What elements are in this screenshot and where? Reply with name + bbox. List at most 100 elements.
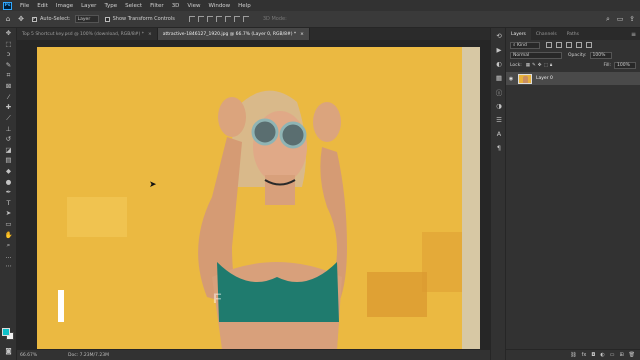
pixel-filter-icon[interactable] <box>546 42 552 48</box>
adjustments-panel-icon[interactable]: ◑ <box>491 100 507 112</box>
paragraph-panel-icon[interactable]: ¶ <box>491 142 507 154</box>
lasso-tool-icon[interactable]: ↄ <box>0 49 17 60</box>
visibility-eye-icon[interactable]: ◉ <box>506 76 516 82</box>
actions-panel-icon[interactable]: ▶ <box>491 44 507 56</box>
menu-bar: Ps File Edit Image Layer Type Select Fil… <box>0 0 640 11</box>
menu-3d[interactable]: 3D <box>168 3 184 9</box>
menu-edit[interactable]: Edit <box>33 3 52 9</box>
layer-style-icon[interactable]: fx <box>582 352 587 358</box>
type-filter-icon[interactable] <box>566 42 572 48</box>
gradient-tool-icon[interactable]: ▤ <box>0 155 17 166</box>
auto-select-target-dropdown[interactable]: Layer <box>74 15 99 23</box>
color-panel-icon[interactable]: ◐ <box>491 58 507 70</box>
menu-view[interactable]: View <box>183 3 204 9</box>
workspace-icon[interactable]: ▭ <box>616 15 624 23</box>
kind-filter-dropdown[interactable]: ⌕ Kind <box>510 41 540 49</box>
quick-select-tool-icon[interactable]: ✎ <box>0 60 17 71</box>
tab-document-2[interactable]: attractive-1846127_1920.jpg @ 66.7% (Lay… <box>157 28 310 40</box>
auto-select-checkbox[interactable]: ✓ <box>32 16 37 22</box>
dodge-tool-icon[interactable]: ● <box>0 176 17 187</box>
kind-label: Kind <box>516 42 527 48</box>
new-layer-icon[interactable]: ⊞ <box>619 352 623 358</box>
healing-brush-icon[interactable]: ✚ <box>0 102 17 113</box>
adjustment-filter-icon[interactable] <box>556 42 562 48</box>
menu-select[interactable]: Select <box>121 3 146 9</box>
panel-tabs: Layers Channels Paths ≡ <box>506 28 640 40</box>
fill-input[interactable]: 100% <box>614 61 636 69</box>
delete-layer-icon[interactable]: 🗑︎ <box>629 352 635 358</box>
tools-panel: ✥ ⬚ ↄ ✎ ⌗ ⊠ ⁄ ✚ ⟋ ⊥ ↺ ◪ ▤ ◆ ● ✒ T ➤ ▭ ✋ … <box>0 28 17 360</box>
info-panel-icon[interactable]: ⓘ <box>491 86 507 98</box>
panel-dock: ⟲ ▶ ◐ ▦ ⓘ ◑ ☰ A ¶ <box>490 28 506 360</box>
pen-tool-icon[interactable]: ✒ <box>0 187 17 198</box>
close-icon[interactable]: × <box>148 32 152 37</box>
align-left-icon[interactable] <box>188 16 195 22</box>
layer-mask-icon[interactable]: ◘ <box>591 352 595 358</box>
clone-stamp-icon[interactable]: ⊥ <box>0 123 17 134</box>
align-center-icon[interactable] <box>197 16 204 22</box>
new-group-icon[interactable]: ▭ <box>610 352 615 358</box>
blur-tool-icon[interactable]: ◆ <box>0 166 17 177</box>
more-tools-icon[interactable]: … <box>0 250 17 261</box>
share-icon[interactable]: ⇪ <box>628 15 636 23</box>
tab-paths[interactable]: Paths <box>562 28 584 40</box>
type-tool-icon[interactable]: T <box>0 198 17 209</box>
shape-tool-icon[interactable]: ▭ <box>0 219 17 230</box>
blend-mode-dropdown[interactable]: Normal <box>510 51 562 59</box>
menu-filter[interactable]: Filter <box>146 3 168 9</box>
menu-type[interactable]: Type <box>100 3 121 9</box>
menu-file[interactable]: File <box>16 3 33 9</box>
quick-mask-icon[interactable]: ◙ <box>0 346 17 357</box>
tab-channels[interactable]: Channels <box>531 28 562 40</box>
eraser-tool-icon[interactable]: ◪ <box>0 145 17 156</box>
menu-help[interactable]: Help <box>234 3 255 9</box>
crop-tool-icon[interactable]: ⌗ <box>0 70 17 81</box>
panel-menu-icon[interactable]: ≡ <box>631 31 636 38</box>
layer-row[interactable]: ◉ Layer 0 <box>506 72 640 85</box>
eyedropper-tool-icon[interactable]: ⁄ <box>0 92 17 103</box>
marquee-tool-icon[interactable]: ⬚ <box>0 39 17 50</box>
tab-layers[interactable]: Layers <box>506 28 531 40</box>
menu-layer[interactable]: Layer <box>77 3 100 9</box>
align-bottom-icon[interactable] <box>233 16 240 22</box>
properties-panel-icon[interactable]: ☰ <box>491 114 507 126</box>
canvas-area[interactable]: ➤ F <box>17 40 490 349</box>
history-panel-icon[interactable]: ⟲ <box>491 30 507 42</box>
opacity-input[interactable]: 100% <box>589 51 612 59</box>
move-tool-icon[interactable]: ✥ <box>0 28 17 39</box>
frame-tool-icon[interactable]: ⊠ <box>0 81 17 92</box>
document-size[interactable]: Doc: 7.23M/7.23M <box>68 353 109 358</box>
adjustment-layer-icon[interactable]: ◐ <box>600 352 604 358</box>
menu-window[interactable]: Window <box>204 3 234 9</box>
home-icon[interactable]: ⌂ <box>3 14 13 24</box>
move-tool-icon[interactable]: ✥ <box>16 14 26 24</box>
link-layers-icon[interactable]: ⛓ <box>570 352 576 358</box>
swatches-panel-icon[interactable]: ▦ <box>491 72 507 84</box>
close-icon[interactable]: × <box>300 32 304 37</box>
align-right-icon[interactable] <box>206 16 213 22</box>
zoom-tool-icon[interactable]: ⌕ <box>0 240 17 251</box>
status-bar: 66.67% Doc: 7.23M/7.23M <box>17 349 490 360</box>
hand-tool-icon[interactable]: ✋ <box>0 229 17 240</box>
path-select-icon[interactable]: ➤ <box>0 208 17 219</box>
character-panel-icon[interactable]: A <box>491 128 507 140</box>
shape-filter-icon[interactable] <box>576 42 582 48</box>
align-middle-icon[interactable] <box>224 16 231 22</box>
menu-image[interactable]: Image <box>52 3 77 9</box>
tab-document-1[interactable]: Top 5 Shortcut key.psd @ 100% (download,… <box>17 28 158 40</box>
history-brush-icon[interactable]: ↺ <box>0 134 17 145</box>
smart-object-filter-icon[interactable] <box>586 42 592 48</box>
blend-row: Normal Opacity: 100% <box>506 50 640 60</box>
document-image[interactable] <box>37 47 480 349</box>
brush-tool-icon[interactable]: ⟋ <box>0 113 17 124</box>
edit-toolbar-icon[interactable]: ⋯ <box>0 261 17 272</box>
distribute-icon[interactable] <box>242 16 249 22</box>
zoom-level[interactable]: 66.67% <box>20 353 44 358</box>
foreground-color-swatch[interactable] <box>2 328 10 336</box>
search-icon[interactable]: ⌕ <box>604 15 612 23</box>
text-cursor-marker <box>58 290 64 322</box>
transform-controls-checkbox[interactable] <box>104 16 110 22</box>
lock-icons[interactable]: ▦✎✥⬚🔒︎ <box>526 62 554 68</box>
layer-name[interactable]: Layer 0 <box>536 76 553 81</box>
align-top-icon[interactable] <box>215 16 222 22</box>
